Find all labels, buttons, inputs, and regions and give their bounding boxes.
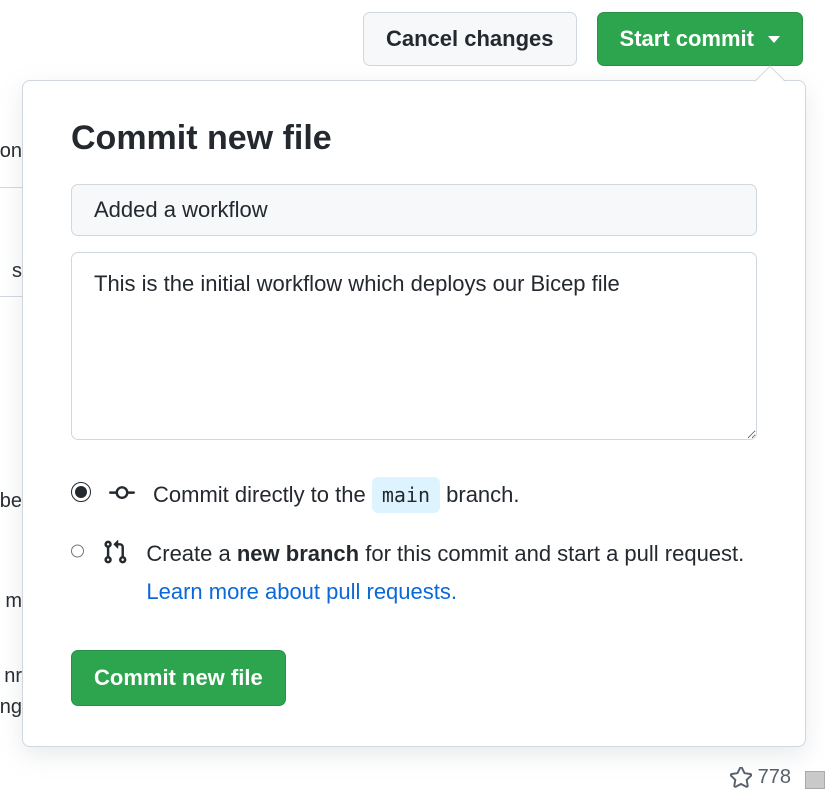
divider bbox=[0, 187, 24, 188]
commit-popover: Commit new file This is the initial work… bbox=[22, 80, 806, 747]
popover-title: Commit new file bbox=[71, 119, 757, 158]
button-label: Commit new file bbox=[94, 665, 263, 691]
git-pull-request-icon bbox=[102, 539, 128, 571]
commit-direct-radio[interactable] bbox=[71, 482, 91, 502]
commit-summary-input[interactable] bbox=[71, 184, 757, 236]
star-count-value: 778 bbox=[758, 766, 791, 789]
star-icon bbox=[730, 767, 752, 789]
branch-name-tag: main bbox=[372, 477, 440, 513]
edge-text-fragment: be bbox=[0, 490, 22, 513]
button-label: Cancel changes bbox=[386, 26, 554, 52]
star-count: 778 bbox=[730, 766, 791, 789]
commit-direct-label: Commit directly to the main branch. bbox=[153, 476, 520, 513]
divider bbox=[0, 296, 24, 297]
cancel-changes-button[interactable]: Cancel changes bbox=[363, 12, 577, 66]
learn-more-link[interactable]: Learn more about pull requests. bbox=[146, 579, 457, 604]
edge-text-fragment: nr bbox=[4, 665, 22, 688]
commit-new-branch-option[interactable]: Create a new branch for this commit and … bbox=[71, 535, 757, 610]
popover-caret bbox=[754, 65, 785, 96]
start-commit-button[interactable]: Start commit bbox=[597, 12, 803, 66]
edge-text-fragment: m bbox=[5, 590, 22, 613]
edge-text-fragment: on bbox=[0, 140, 22, 163]
edge-text-fragment: s bbox=[12, 260, 22, 283]
caret-down-icon bbox=[768, 36, 780, 43]
cropped-left-edge: on s be m nr ng bbox=[0, 0, 22, 789]
git-commit-icon bbox=[109, 480, 135, 512]
commit-new-file-button[interactable]: Commit new file bbox=[71, 650, 286, 706]
commit-description-textarea[interactable]: This is the initial workflow which deplo… bbox=[71, 252, 757, 440]
button-label: Start commit bbox=[620, 26, 754, 52]
commit-new-branch-label: Create a new branch for this commit and … bbox=[146, 535, 757, 610]
scrollbar[interactable] bbox=[805, 771, 825, 789]
toolbar: Cancel changes Start commit bbox=[363, 12, 803, 66]
commit-new-branch-radio[interactable] bbox=[71, 541, 84, 561]
edge-text-fragment: ng bbox=[0, 696, 22, 719]
commit-direct-option[interactable]: Commit directly to the main branch. bbox=[71, 476, 757, 513]
